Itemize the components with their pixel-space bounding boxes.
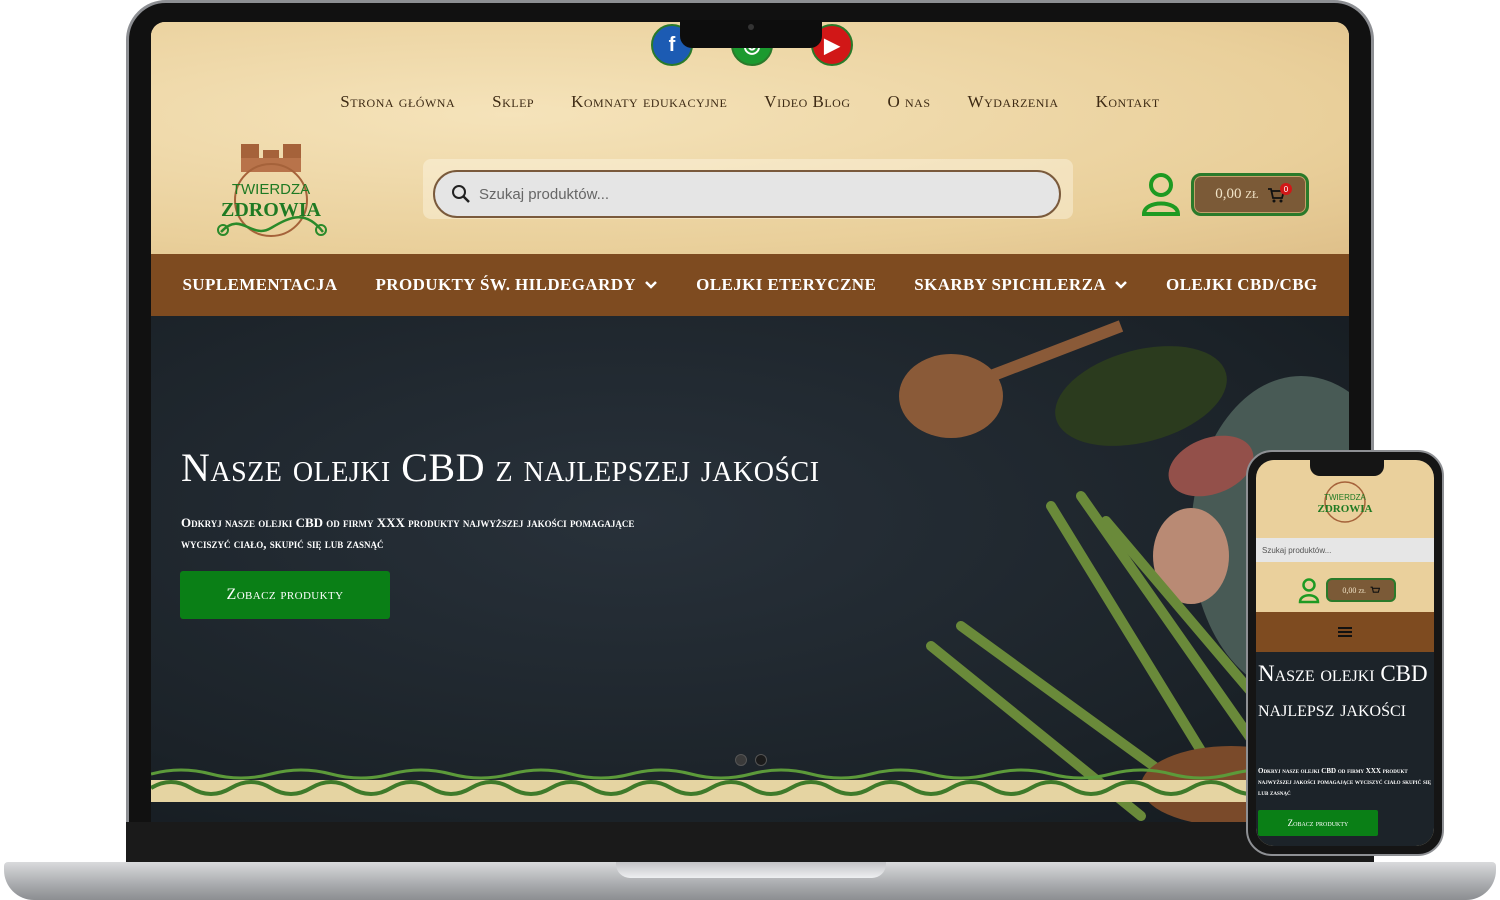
search-icon xyxy=(452,185,470,203)
hamburger-menu-icon[interactable] xyxy=(1338,627,1352,637)
phone-screen: TWIERDZA ZDROWIA Szukaj produktów... 0,0… xyxy=(1256,460,1434,846)
svg-text:TWIERDZA: TWIERDZA xyxy=(232,181,310,198)
laptop-bezel-bottom xyxy=(126,822,1374,864)
mobile-search-input[interactable]: Szukaj produktów... xyxy=(1256,538,1434,562)
site-logo[interactable]: TWIERDZA ZDROWIA xyxy=(211,140,331,245)
menu-label: OLEJKI ETERYCZNE xyxy=(696,275,877,294)
top-navigation: Strona główna Sklep Komnaty edukacyjne V… xyxy=(151,92,1349,112)
cart-button[interactable]: 0,00 zł 0 xyxy=(1191,173,1309,216)
menu-label: SKARBY SPICHLERZA xyxy=(914,275,1107,294)
laptop-base-groove xyxy=(616,862,886,878)
nav-education[interactable]: Komnaty edukacyjne xyxy=(571,92,727,112)
mobile-hero: Nasze olejki CBD z najlepsz jakości Odkr… xyxy=(1256,652,1434,846)
menu-label: OLEJKI CBD/CBG xyxy=(1166,275,1318,294)
svg-text:ZDROWIA: ZDROWIA xyxy=(1317,503,1372,515)
mobile-view-products-button[interactable]: Zobacz produkty xyxy=(1258,810,1378,836)
svg-text:TWIERDZA: TWIERDZA xyxy=(1324,493,1366,502)
mobile-logo[interactable]: TWIERDZA ZDROWIA xyxy=(1310,476,1380,526)
laptop-screen: f ◎ ▶ Strona główna Sklep Komnaty edukac… xyxy=(151,22,1349,822)
hero-title: Nasze olejki CBD z najlepszej jakości xyxy=(181,445,820,490)
hero-slider: Nasze olejki CBD z najlepszej jakości Od… xyxy=(151,316,1349,822)
site-header: f ◎ ▶ Strona główna Sklep Komnaty edukac… xyxy=(151,22,1349,254)
cart-icon xyxy=(1370,586,1380,593)
mobile-hero-title: Nasze olejki CBD z najlepsz jakości xyxy=(1258,661,1434,721)
phone-notch xyxy=(1310,460,1384,476)
cart-amount: 0,00 zł xyxy=(1215,186,1259,202)
nav-home[interactable]: Strona główna xyxy=(340,92,455,112)
phone-frame: TWIERDZA ZDROWIA Szukaj produktów... 0,0… xyxy=(1246,450,1444,856)
search-bar[interactable] xyxy=(433,170,1061,218)
nav-video-blog[interactable]: Video Blog xyxy=(764,92,850,112)
menu-item-supplements[interactable]: SUPLEMENTACJA xyxy=(182,275,337,295)
view-products-button[interactable]: Zobacz produkty xyxy=(180,571,390,619)
nav-events[interactable]: Wydarzenia xyxy=(968,92,1059,112)
laptop-notch xyxy=(680,20,822,48)
chevron-down-icon xyxy=(1115,281,1127,289)
menu-item-cbd-oils[interactable]: OLEJKI CBD/CBG xyxy=(1166,275,1318,295)
category-menu: SUPLEMENTACJA PRODUKTY ŚW. HILDEGARDY OL… xyxy=(151,254,1349,316)
menu-item-essential-oils[interactable]: OLEJKI ETERYCZNE xyxy=(696,275,876,295)
hero-description: Odkryj nasze olejki CBD od firmy XXX pro… xyxy=(181,515,635,551)
account-icon[interactable] xyxy=(1141,172,1181,217)
search-input[interactable] xyxy=(477,184,1041,204)
nav-shop[interactable]: Sklep xyxy=(492,92,534,112)
menu-item-hildegard[interactable]: PRODUKTY ŚW. HILDEGARDY xyxy=(376,275,659,295)
mobile-cart-amount: 0,00 zł xyxy=(1342,585,1366,595)
menu-item-granary[interactable]: SKARBY SPICHLERZA xyxy=(914,275,1128,295)
mobile-account-icon[interactable] xyxy=(1298,578,1320,604)
mobile-hero-description: Odkryj nasze olejki CBD od firmy XXX pro… xyxy=(1258,767,1432,797)
vine-border xyxy=(151,768,1349,802)
nav-about[interactable]: O nas xyxy=(887,92,930,112)
menu-label: SUPLEMENTACJA xyxy=(182,275,338,294)
camera-icon xyxy=(748,24,754,30)
chevron-down-icon xyxy=(645,281,658,289)
menu-label: PRODUKTY ŚW. HILDEGARDY xyxy=(375,275,637,294)
nav-contact[interactable]: Kontakt xyxy=(1096,92,1160,112)
cart-count-badge: 0 xyxy=(1280,183,1292,195)
mobile-cart-button[interactable]: 0,00 zł xyxy=(1326,578,1396,602)
mobile-menu-bar xyxy=(1256,612,1434,652)
